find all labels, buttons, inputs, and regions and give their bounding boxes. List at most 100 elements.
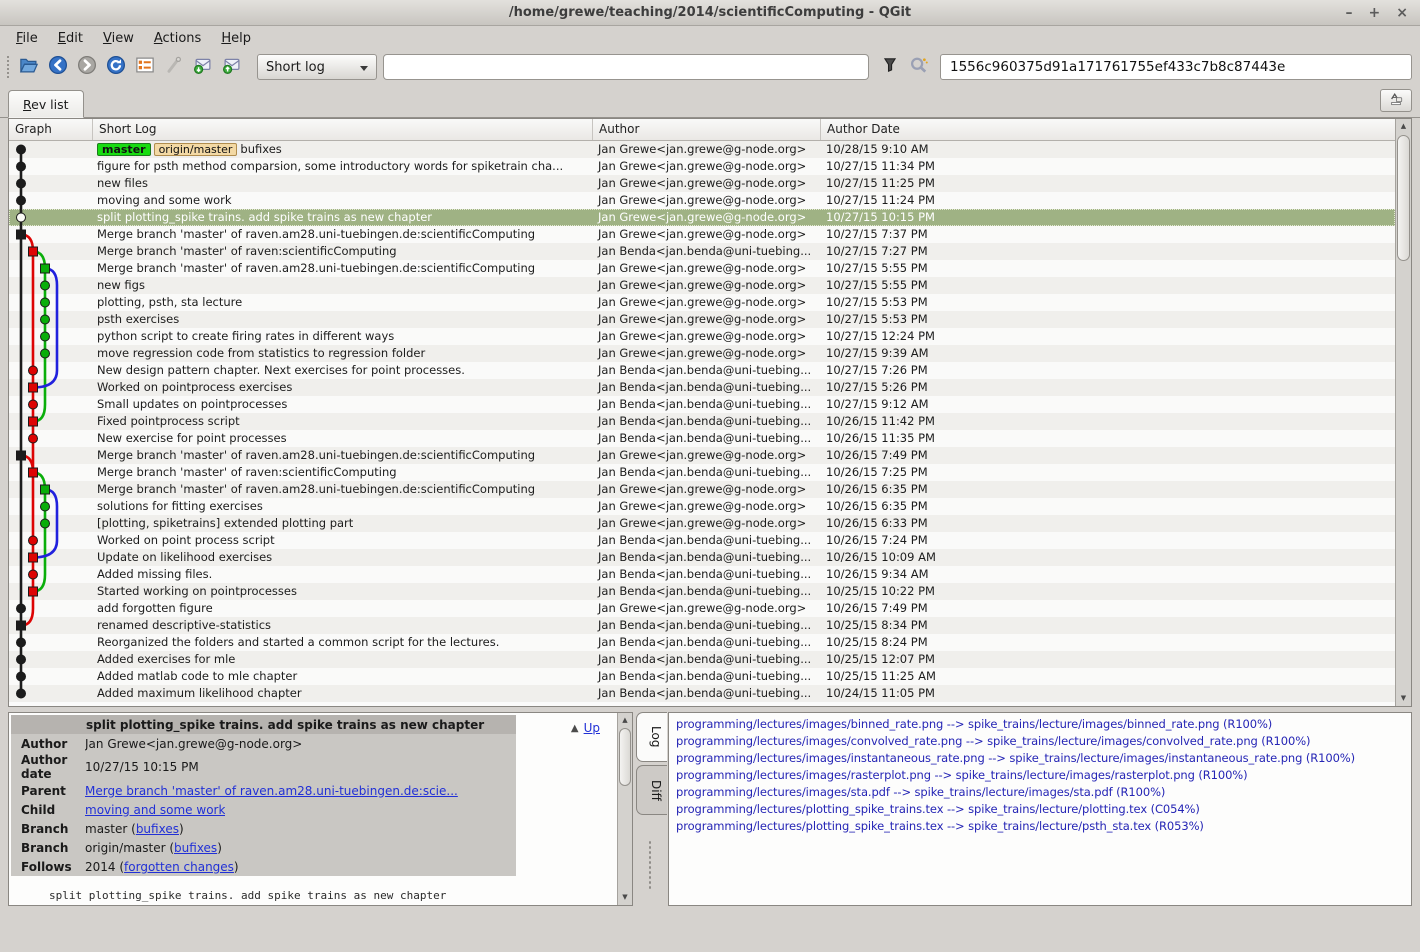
table-row[interactable]: Worked on point process scriptJan Benda<… [9,532,1395,549]
shortlog-cell: Worked on point process script [93,532,593,549]
table-row[interactable]: plotting, psth, sta lectureJan Grewe<jan… [9,294,1395,311]
file-entry[interactable]: programming/lectures/images/rasterplot.p… [676,767,1411,784]
menu-file[interactable]: File [6,29,48,48]
splitter-handle[interactable] [648,840,652,890]
table-row[interactable]: Update on likelihood exercisesJan Benda<… [9,549,1395,566]
table-row[interactable]: Merge branch 'master' of raven:scientifi… [9,464,1395,481]
table-row[interactable]: masterorigin/masterbufixesJan Grewe<jan.… [9,141,1395,158]
graph-cell [9,345,93,362]
detail-link[interactable]: bufixes [174,841,217,855]
detail-link[interactable]: bufixes [136,822,179,836]
reload-button[interactable] [103,54,129,80]
column-header-graph[interactable]: Graph [9,119,93,140]
file-entry[interactable]: programming/lectures/images/instantaneou… [676,750,1411,767]
detail-scrollbar[interactable]: ▲ ▼ [617,713,632,905]
menu-actions[interactable]: Actions [144,29,212,48]
up-link[interactable]: Up [584,721,600,735]
file-entry[interactable]: programming/lectures/images/sta.pdf --> … [676,784,1411,801]
date-cell: 10/25/15 10:22 PM [821,583,1395,600]
shortlog-cell: Merge branch 'master' of raven:scientifi… [93,464,593,481]
view-mode-select[interactable]: Short log [257,54,377,80]
date-cell: 10/27/15 5:53 PM [821,311,1395,328]
detail-label: Follows [11,860,85,874]
table-row[interactable]: Added matlab code to mle chapterJan Bend… [9,668,1395,685]
rev-list-scrollbar[interactable]: ▲ ▼ [1395,119,1411,706]
tab-rev-list[interactable]: Rev list [8,90,84,118]
detail-link[interactable]: moving and some work [85,803,225,817]
column-header-author-date[interactable]: Author Date [821,119,1395,140]
table-row[interactable]: Worked on pointprocess exercisesJan Bend… [9,379,1395,396]
filter-button[interactable] [877,54,903,80]
table-row[interactable]: Merge branch 'master' of raven.am28.uni-… [9,447,1395,464]
scrollbar-thumb[interactable] [619,728,631,786]
detail-link[interactable]: Merge branch 'master' of raven.am28.uni-… [85,784,458,798]
graph-cell [9,379,93,396]
graph-cell [9,634,93,651]
open-button[interactable] [16,54,42,80]
table-row[interactable]: Fixed pointprocess scriptJan Benda<jan.b… [9,413,1395,430]
table-row[interactable]: Added exercises for mleJan Benda<jan.ben… [9,651,1395,668]
search-icons [877,54,932,80]
commit-subject: Added matlab code to mle chapter [97,668,297,685]
table-row[interactable]: Merge branch 'master' of raven.am28.uni-… [9,226,1395,243]
table-row[interactable]: figure for psth method comparsion, some … [9,158,1395,175]
file-entry[interactable]: programming/lectures/images/convolved_ra… [676,733,1411,750]
maximize-button[interactable]: + [1369,6,1381,20]
table-row[interactable]: add forgotten figureJan Grewe<jan.grewe@… [9,600,1395,617]
table-row[interactable]: new figsJan Grewe<jan.grewe@g-node.org>1… [9,277,1395,294]
tab-corner-button[interactable] [1380,89,1412,112]
shortlog-cell: New design pattern chapter. Next exercis… [93,362,593,379]
side-tab-log[interactable]: Log [636,712,667,762]
close-button[interactable]: × [1396,6,1408,20]
table-row[interactable]: [plotting, spiketrains] extended plottin… [9,515,1395,532]
table-row[interactable]: new filesJan Grewe<jan.grewe@g-node.org>… [9,175,1395,192]
table-row[interactable]: Merge branch 'master' of raven.am28.uni-… [9,481,1395,498]
commit-subject: renamed descriptive-statistics [97,617,271,634]
table-row[interactable]: Merge branch 'master' of raven.am28.uni-… [9,260,1395,277]
file-entry[interactable]: programming/lectures/plotting_spike_trai… [676,801,1411,818]
table-row[interactable]: moving and some workJan Grewe<jan.grewe@… [9,192,1395,209]
menu-edit[interactable]: Edit [48,29,93,48]
tree-view-button[interactable] [132,54,158,80]
minimize-button[interactable]: – [1346,6,1353,20]
shortlog-cell: Added exercises for mle [93,651,593,668]
table-row[interactable]: move regression code from statistics to … [9,345,1395,362]
detail-link[interactable]: forgotten changes [124,860,234,874]
save-patch-button[interactable] [190,54,216,80]
wand-button[interactable] [161,54,187,80]
table-row[interactable]: psth exercisesJan Grewe<jan.grewe@g-node… [9,311,1395,328]
table-row[interactable]: solutions for fitting exercisesJan Grewe… [9,498,1395,515]
column-header-author[interactable]: Author [593,119,821,140]
table-row[interactable]: split plotting_spike trains. add spike t… [9,209,1395,226]
scroll-down-icon[interactable]: ▼ [1396,691,1411,706]
column-header-short-log[interactable]: Short Log [93,119,593,140]
up-control[interactable]: ▲ Up [571,721,600,735]
menu-view[interactable]: View [93,29,144,48]
table-row[interactable]: Merge branch 'master' of raven:scientifi… [9,243,1395,260]
table-row[interactable]: Added missing files.Jan Benda<jan.benda@… [9,566,1395,583]
table-row[interactable]: renamed descriptive-statisticsJan Benda<… [9,617,1395,634]
table-row[interactable]: Reorganized the folders and started a co… [9,634,1395,651]
date-cell: 10/26/15 7:49 PM [821,600,1395,617]
menu-help[interactable]: Help [211,29,261,48]
scroll-up-icon[interactable]: ▲ [618,713,632,728]
scroll-down-icon[interactable]: ▼ [618,890,632,905]
forward-button[interactable] [74,54,100,80]
sha-input[interactable] [940,54,1412,80]
file-entry[interactable]: programming/lectures/plotting_spike_trai… [676,818,1411,835]
table-row[interactable]: python script to create firing rates in … [9,328,1395,345]
search-input[interactable] [383,54,869,80]
apply-patch-button[interactable] [219,54,245,80]
file-entry[interactable]: programming/lectures/images/binned_rate.… [676,716,1411,733]
table-row[interactable]: Started working on pointprocessesJan Ben… [9,583,1395,600]
side-tab-diff[interactable]: Diff [636,765,667,815]
table-row[interactable]: Added maximum likelihood chapterJan Bend… [9,685,1395,702]
toolbar-grip[interactable] [6,55,10,79]
table-row[interactable]: New exercise for point processesJan Bend… [9,430,1395,447]
table-row[interactable]: Small updates on pointprocessesJan Benda… [9,396,1395,413]
highlight-button[interactable] [906,54,932,80]
scrollbar-thumb[interactable] [1397,135,1410,261]
scroll-up-icon[interactable]: ▲ [1396,119,1411,134]
back-button[interactable] [45,54,71,80]
table-row[interactable]: New design pattern chapter. Next exercis… [9,362,1395,379]
